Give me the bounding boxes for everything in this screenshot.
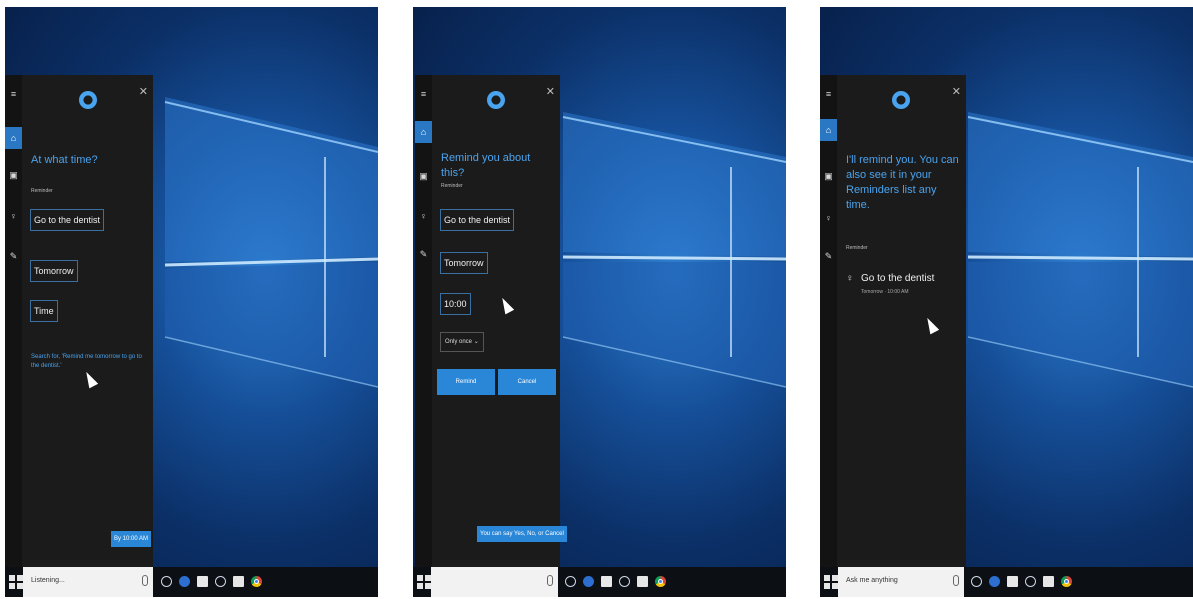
lightbulb-icon[interactable]: ♀	[418, 211, 429, 222]
search-box-text: Listening...	[31, 577, 65, 584]
reminder-title[interactable]: Go to the dentist	[861, 273, 934, 284]
cortana-orb-icon	[79, 91, 97, 109]
home-icon[interactable]: ⌂	[5, 127, 22, 149]
feedback-icon[interactable]: ✎	[8, 251, 19, 262]
chrome-icon[interactable]	[251, 576, 262, 587]
screenshot-1: ≡ ⌂ ▣ ♀ ✎ ✕ At what time? Reminder Go to…	[5, 7, 378, 597]
lightbulb-icon: ♀	[846, 273, 854, 284]
windows-start-icon[interactable]	[9, 575, 23, 589]
task-view-icon[interactable]	[565, 576, 576, 587]
feedback-icon[interactable]: ✎	[823, 251, 834, 262]
cortana-panel: ≡ ⌂ ▣ ♀ ✎ ✕ At what time? Reminder Go to…	[5, 75, 153, 567]
cortana-question: Remind you about this?	[441, 152, 531, 179]
reminder-subject-field[interactable]: Go to the dentist	[30, 209, 105, 231]
home-icon[interactable]: ⌂	[820, 119, 837, 141]
taskbar: Ask me anything	[820, 567, 1193, 597]
edge-icon[interactable]	[179, 576, 190, 587]
home-icon[interactable]: ⌂	[415, 121, 432, 143]
hamburger-icon[interactable]: ≡	[8, 89, 19, 100]
edge-icon[interactable]	[989, 576, 1000, 587]
microphone-icon[interactable]	[142, 575, 148, 586]
folder-icon[interactable]	[197, 576, 208, 587]
edge-icon[interactable]	[583, 576, 594, 587]
cortana-rail: ≡ ⌂ ▣ ♀ ✎	[415, 75, 432, 567]
task-view-icon[interactable]	[971, 576, 982, 587]
cortana-search-box[interactable]	[431, 567, 558, 597]
notebook-icon[interactable]: ▣	[823, 171, 834, 182]
close-icon[interactable]: ✕	[546, 85, 555, 98]
cortana-panel: ≡ ⌂ ▣ ♀ ✎ ✕ Remind you about this? Remin…	[415, 75, 567, 567]
hamburger-icon[interactable]: ≡	[418, 89, 429, 100]
hint-text: Search for, 'Remind me tomorrow to go to…	[31, 354, 142, 369]
reminder-day-field[interactable]: Tomorrow	[30, 260, 78, 282]
folder-icon[interactable]	[1007, 576, 1018, 587]
cortana-panel: ≡ ⌂ ▣ ♀ ✎ ✕ I'll remind you. You can als…	[820, 75, 966, 567]
notebook-icon[interactable]: ▣	[418, 171, 429, 182]
taskbar: Listening...	[5, 567, 378, 597]
reminder-day-field[interactable]: Tomorrow	[440, 252, 488, 274]
section-label: Reminder	[441, 183, 463, 189]
cortana-confirmation: I'll remind you. You can also see it in …	[846, 154, 959, 211]
cortana-rail: ≡ ⌂ ▣ ♀ ✎	[5, 75, 22, 567]
reminder-time-field[interactable]: 10:00	[440, 293, 471, 315]
chrome-icon[interactable]	[655, 576, 666, 587]
lightbulb-icon[interactable]: ♀	[823, 213, 834, 224]
feedback-icon[interactable]: ✎	[418, 249, 429, 260]
section-label: Reminder	[31, 188, 53, 194]
cortana-search-box[interactable]: Listening...	[23, 567, 153, 597]
store-icon[interactable]	[637, 576, 648, 587]
cortana-orb-icon	[487, 91, 505, 109]
reminder-datetime: Tomorrow · 10:00 AM	[861, 289, 909, 295]
microphone-icon[interactable]	[953, 575, 959, 586]
chevron-down-icon: ⌄	[473, 339, 479, 345]
taskbar	[413, 567, 786, 597]
cortana-question: At what time?	[31, 154, 98, 166]
microphone-icon[interactable]	[547, 575, 553, 586]
store-icon[interactable]	[1043, 576, 1054, 587]
voice-suggestion-pill: You can say Yes, No, or Cancel	[477, 526, 567, 542]
screenshot-2: ≡ ⌂ ▣ ♀ ✎ ✕ Remind you about this? Remin…	[413, 7, 786, 597]
reminder-subject-field[interactable]: Go to the dentist	[440, 209, 515, 231]
search-box-text: Ask me anything	[846, 577, 898, 584]
chrome-icon[interactable]	[1061, 576, 1072, 587]
windows-start-icon[interactable]	[824, 575, 838, 589]
folder-icon[interactable]	[601, 576, 612, 587]
windows-start-icon[interactable]	[417, 575, 431, 589]
store-icon[interactable]	[233, 576, 244, 587]
cancel-button[interactable]: Cancel	[498, 369, 556, 395]
cortana-orb-icon	[892, 91, 910, 109]
repeat-dropdown[interactable]: Only once ⌄	[440, 332, 484, 352]
screenshot-3: ≡ ⌂ ▣ ♀ ✎ ✕ I'll remind you. You can als…	[820, 7, 1193, 597]
search-icon[interactable]	[215, 576, 226, 587]
reminder-time-field[interactable]: Time	[30, 300, 58, 322]
cortana-rail: ≡ ⌂ ▣ ♀ ✎	[820, 75, 837, 567]
notebook-icon[interactable]: ▣	[8, 170, 19, 181]
search-icon[interactable]	[619, 576, 630, 587]
repeat-value: Only once	[445, 339, 473, 345]
task-view-icon[interactable]	[161, 576, 172, 587]
search-icon[interactable]	[1025, 576, 1036, 587]
time-suggestion-pill: By 10:00 AM	[110, 531, 151, 547]
cortana-search-box[interactable]: Ask me anything	[838, 567, 964, 597]
close-icon[interactable]: ✕	[139, 85, 148, 98]
hamburger-icon[interactable]: ≡	[823, 89, 834, 100]
lightbulb-icon[interactable]: ♀	[8, 211, 19, 222]
close-icon[interactable]: ✕	[952, 85, 961, 98]
section-label: Reminder	[846, 245, 868, 251]
remind-button[interactable]: Remind	[437, 369, 495, 395]
